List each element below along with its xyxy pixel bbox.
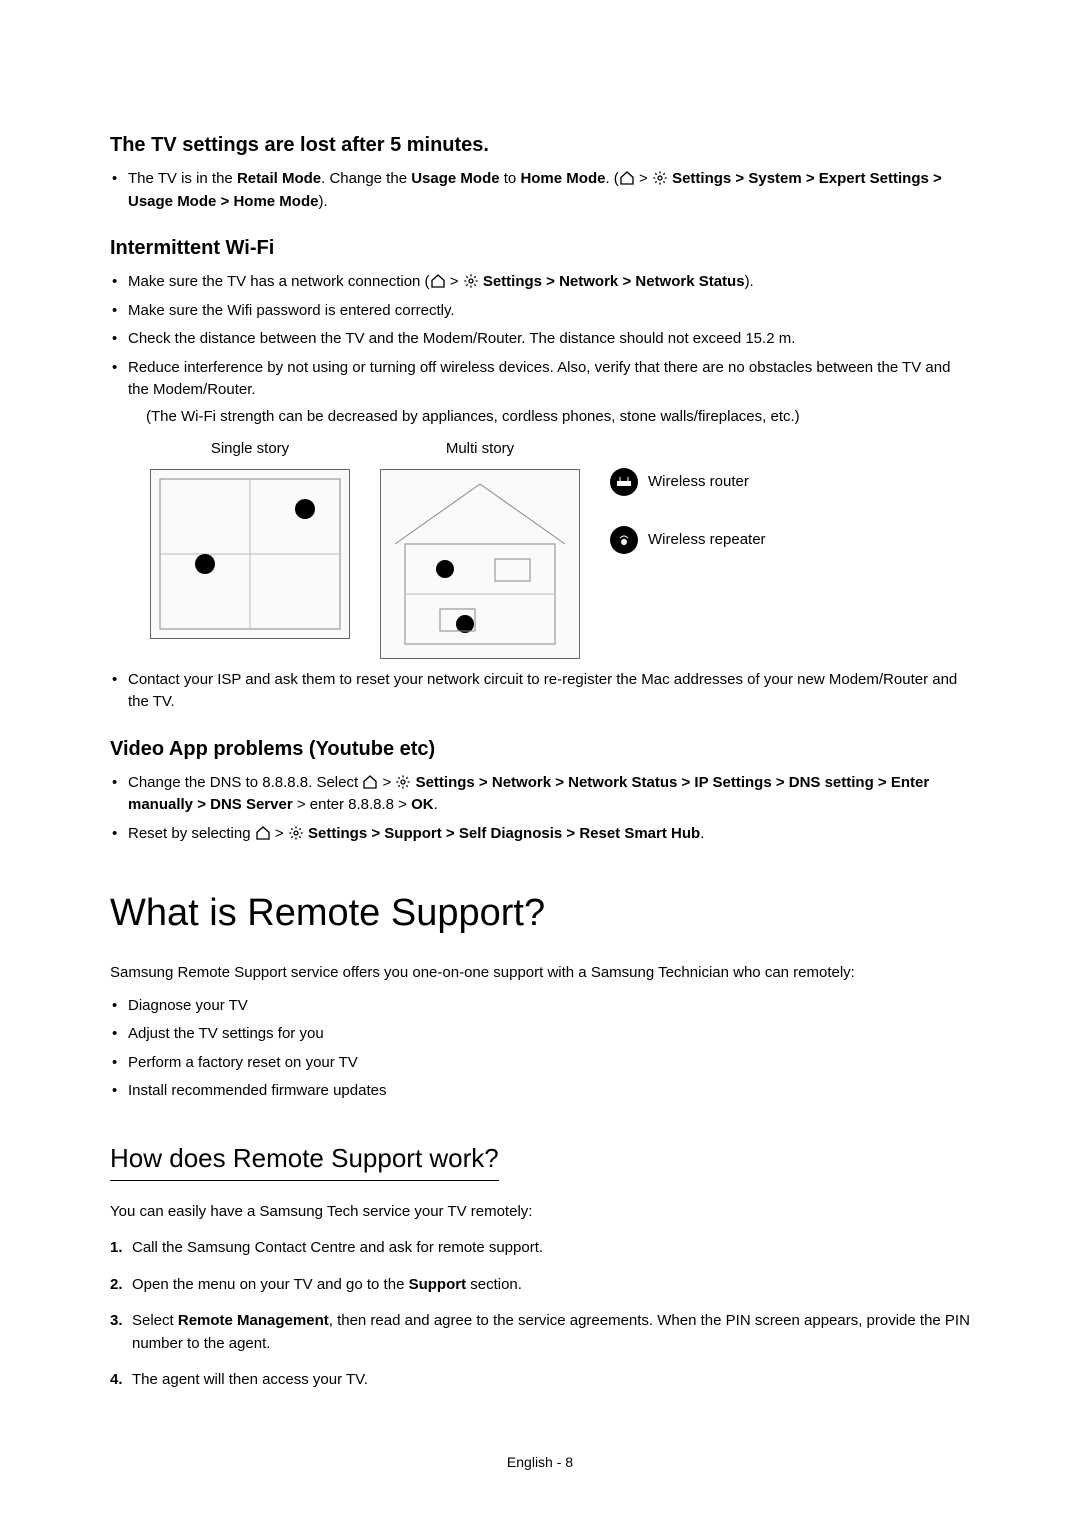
house-icon bbox=[385, 474, 575, 654]
gear-icon bbox=[463, 273, 479, 289]
legend-label: Wireless router bbox=[648, 471, 749, 494]
bullet-wifi-password: Make sure the Wifi password is entered c… bbox=[128, 300, 970, 323]
diagram-label: Single story bbox=[211, 438, 289, 461]
text: > bbox=[635, 170, 652, 187]
text: to bbox=[500, 170, 521, 187]
bullet-retail-mode: The TV is in the Retail Mode. Change the… bbox=[128, 168, 970, 213]
diagram-legend: Wireless router Wireless repeater bbox=[610, 438, 766, 584]
home-icon bbox=[255, 825, 271, 841]
text: Select bbox=[132, 1312, 178, 1329]
heading-intermittent-wifi: Intermittent Wi-Fi bbox=[110, 233, 970, 263]
text: The TV is in the bbox=[128, 170, 237, 187]
heading-how-remote-support: How does Remote Support work? bbox=[110, 1139, 499, 1181]
text-bold: Remote Management bbox=[178, 1312, 329, 1329]
bullet-reset: Reset by selecting > Settings > Support … bbox=[128, 823, 970, 846]
text-path: Settings > Support > Self Diagnosis > Re… bbox=[304, 825, 700, 842]
bullet-dns: Change the DNS to 8.8.8.8. Select > Sett… bbox=[128, 772, 970, 817]
text: Reduce interference by not using or turn… bbox=[128, 359, 950, 399]
intro-how: You can easily have a Samsung Tech servi… bbox=[110, 1201, 970, 1224]
bullet-firmware: Install recommended firmware updates bbox=[128, 1080, 970, 1103]
text: Open the menu on your TV and go to the bbox=[132, 1276, 409, 1293]
home-icon bbox=[430, 273, 446, 289]
heading-video-app: Video App problems (Youtube etc) bbox=[110, 734, 970, 764]
legend-router: Wireless router bbox=[610, 468, 766, 496]
floorplan-icon bbox=[155, 474, 345, 634]
text-bold: Retail Mode bbox=[237, 170, 321, 187]
text-bold: Home Mode bbox=[520, 170, 605, 187]
step-open-menu: Open the menu on your TV and go to the S… bbox=[132, 1274, 970, 1297]
gear-icon bbox=[395, 774, 411, 790]
text: > bbox=[446, 273, 463, 290]
legend-label: Wireless repeater bbox=[648, 529, 766, 552]
title-remote-support: What is Remote Support? bbox=[110, 885, 970, 942]
bullet-interference: Reduce interference by not using or turn… bbox=[128, 357, 970, 429]
floorplan-illustration bbox=[150, 469, 350, 639]
gear-icon bbox=[288, 825, 304, 841]
diagram-row: Single story Multi story bbox=[150, 438, 970, 659]
repeater-icon bbox=[610, 526, 638, 554]
text: > bbox=[378, 774, 395, 791]
step-agent-access: The agent will then access your TV. bbox=[132, 1369, 970, 1392]
house-illustration bbox=[380, 469, 580, 659]
gear-icon bbox=[652, 170, 668, 186]
text: . bbox=[700, 825, 704, 842]
bullet-network-connection: Make sure the TV has a network connectio… bbox=[128, 271, 970, 294]
text: Change the DNS to 8.8.8.8. Select bbox=[128, 774, 362, 791]
text: > bbox=[271, 825, 288, 842]
text-path: Settings > Network > Network Status bbox=[479, 273, 745, 290]
text: > enter 8.8.8.8 > bbox=[293, 796, 411, 813]
text-bold: Usage Mode bbox=[411, 170, 499, 187]
legend-repeater: Wireless repeater bbox=[610, 526, 766, 554]
diagram-single-story: Single story bbox=[150, 438, 350, 639]
text: Reset by selecting bbox=[128, 825, 255, 842]
text: . bbox=[434, 796, 438, 813]
router-icon bbox=[610, 468, 638, 496]
step-remote-management: Select Remote Management, then read and … bbox=[132, 1310, 970, 1355]
text: . ( bbox=[605, 170, 618, 187]
diagram-label: Multi story bbox=[446, 438, 514, 461]
step-call: Call the Samsung Contact Centre and ask … bbox=[132, 1237, 970, 1260]
text: ). bbox=[745, 273, 754, 290]
heading-tv-settings-lost: The TV settings are lost after 5 minutes… bbox=[110, 130, 970, 160]
home-icon bbox=[362, 774, 378, 790]
page-footer: English - 8 bbox=[110, 1452, 970, 1473]
diagram-multi-story: Multi story bbox=[380, 438, 580, 659]
text-note: (The Wi-Fi strength can be decreased by … bbox=[146, 406, 970, 429]
bullet-distance: Check the distance between the TV and th… bbox=[128, 328, 970, 351]
text-bold: OK bbox=[411, 796, 434, 813]
text: Make sure the TV has a network connectio… bbox=[128, 273, 430, 290]
bullet-contact-isp: Contact your ISP and ask them to reset y… bbox=[128, 669, 970, 714]
text: ). bbox=[318, 193, 327, 210]
bullet-diagnose: Diagnose your TV bbox=[128, 995, 970, 1018]
intro-remote-support: Samsung Remote Support service offers yo… bbox=[110, 962, 970, 985]
text-bold: Support bbox=[409, 1276, 467, 1293]
bullet-factory-reset: Perform a factory reset on your TV bbox=[128, 1052, 970, 1075]
home-icon bbox=[619, 170, 635, 186]
bullet-adjust: Adjust the TV settings for you bbox=[128, 1023, 970, 1046]
text: . Change the bbox=[321, 170, 411, 187]
text: section. bbox=[466, 1276, 522, 1293]
